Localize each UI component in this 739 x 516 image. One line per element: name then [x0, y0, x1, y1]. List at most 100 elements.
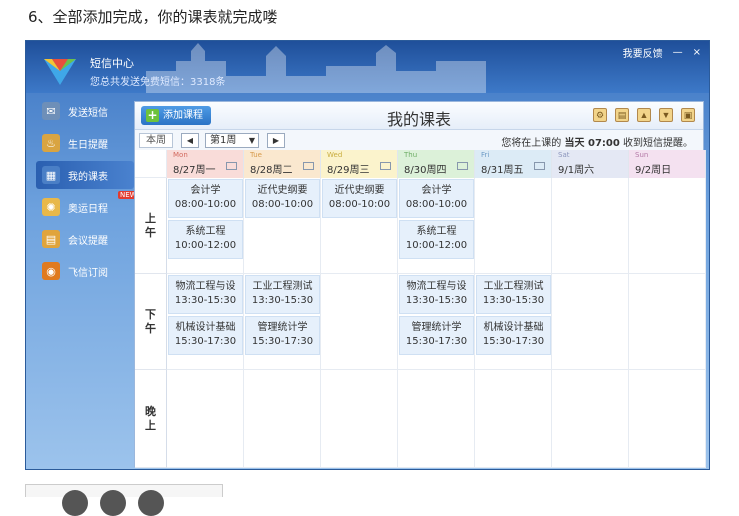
- day-abbrev: Sun: [635, 151, 649, 159]
- envelope-icon[interactable]: [457, 162, 468, 170]
- timetable-cell[interactable]: [629, 274, 706, 370]
- rss-icon: ◉: [42, 262, 60, 280]
- olympic-icon: ✺: [42, 198, 60, 216]
- timetable-cell[interactable]: [321, 274, 398, 370]
- period-text: 晚上: [145, 405, 156, 432]
- sidebar-item[interactable]: ✉ 发送短信: [36, 97, 134, 125]
- envelope-icon[interactable]: [226, 162, 237, 170]
- envelope-icon[interactable]: [380, 162, 391, 170]
- timetable-cell[interactable]: [321, 370, 398, 468]
- day-header: Thu 8/30周四: [398, 150, 475, 178]
- day-header: Mon 8/27周一: [167, 150, 244, 178]
- panel-toolbar: + 添加课程 我的课表 ⚙ ▤ ▲ ▼ ▣: [135, 102, 703, 130]
- day-date-label: 8/29周三: [327, 165, 370, 176]
- course-name: 会计学: [421, 185, 452, 196]
- course-block[interactable]: 近代史纲要 08:00-10:00: [322, 179, 397, 218]
- course-name: 机械设计基础: [483, 322, 544, 333]
- course-block[interactable]: 工业工程测试 13:30-15:30: [245, 275, 320, 314]
- reminder-prefix: 您将在上课的: [501, 138, 562, 149]
- this-week-button[interactable]: 本周: [139, 133, 173, 148]
- timetable-cell[interactable]: [167, 370, 244, 468]
- course-block[interactable]: 工业工程测试 13:30-15:30: [476, 275, 551, 314]
- day-date-label: 8/27周一: [173, 165, 216, 176]
- sidebar-item-label: 飞信订阅: [68, 267, 108, 279]
- day-abbrev: Fri: [481, 151, 490, 159]
- course-name: 工业工程测试: [252, 281, 313, 292]
- course-block[interactable]: 系统工程 10:00-12:00: [168, 220, 243, 259]
- week-select[interactable]: 第1周 ▼: [205, 133, 259, 148]
- day-header: Wed 8/29周三: [321, 150, 398, 178]
- course-block[interactable]: 物流工程与设 13:30-15:30: [399, 275, 474, 314]
- thumb-dot: [138, 490, 164, 516]
- course-name: 近代史纲要: [257, 185, 308, 196]
- sidebar-item-label: 会议提醒: [68, 235, 108, 247]
- period-label: 下午: [135, 274, 167, 370]
- course-time: 08:00-10:00: [251, 199, 314, 210]
- chevron-down-icon: ▼: [248, 136, 255, 145]
- sidebar-item[interactable]: ◉ 飞信订阅: [36, 257, 134, 285]
- course-name: 机械设计基础: [175, 322, 236, 333]
- sidebar-item-label: 我的课表: [68, 171, 108, 183]
- print-icon[interactable]: ▤: [615, 108, 629, 122]
- minimize-button[interactable]: —: [673, 47, 683, 58]
- timetable-cell[interactable]: [552, 178, 629, 274]
- sidebar-item-label: 生日提醒: [68, 139, 108, 151]
- course-time: 15:30-17:30: [251, 336, 314, 347]
- sidebar-item[interactable]: ▤ 会议提醒: [36, 225, 134, 253]
- course-time: 08:00-10:00: [328, 199, 391, 210]
- course-block[interactable]: 管理统计学 15:30-17:30: [399, 316, 474, 355]
- timetable-panel: + 添加课程 我的课表 ⚙ ▤ ▲ ▼ ▣ 本周 ◀ 第1周 ▼ ▶ 您将在上课…: [134, 101, 706, 468]
- day-abbrev: Sat: [558, 151, 570, 159]
- period-text: 上午: [145, 212, 156, 239]
- course-time: 08:00-10:00: [405, 199, 468, 210]
- envelope-icon[interactable]: [534, 162, 545, 170]
- upload-icon[interactable]: ▲: [637, 108, 651, 122]
- timetable-cell[interactable]: [552, 370, 629, 468]
- day-date-label: 8/31周五: [481, 165, 524, 176]
- calendar-icon: ▦: [42, 166, 60, 184]
- sidebar-item[interactable]: ✺ 奥运日程 NEW: [36, 191, 139, 221]
- feedback-link[interactable]: 我要反馈: [623, 45, 663, 60]
- download-icon[interactable]: ▼: [659, 108, 673, 122]
- corner-cell: [135, 150, 167, 178]
- timetable-cell[interactable]: [629, 178, 706, 274]
- day-header: Fri 8/31周五: [475, 150, 552, 178]
- prev-week-button[interactable]: ◀: [181, 133, 199, 148]
- cake-icon: ♨: [42, 134, 60, 152]
- course-time: 10:00-12:00: [174, 240, 237, 251]
- course-block[interactable]: 物流工程与设 13:30-15:30: [168, 275, 243, 314]
- sidebar: ✉ 发送短信 ♨ 生日提醒 ▦ 我的课表 ✺ 奥运日程 NEW ▤ 会议提醒 ◉ 飞信订阅: [26, 93, 139, 469]
- close-button[interactable]: ×: [693, 47, 701, 58]
- reminder-notice: 您将在上课的 当天 07:00 收到短信提醒。: [501, 134, 693, 149]
- course-name: 管理统计学: [257, 322, 308, 333]
- course-block[interactable]: 机械设计基础 15:30-17:30: [168, 316, 243, 355]
- next-week-button[interactable]: ▶: [267, 133, 285, 148]
- course-block[interactable]: 会计学 08:00-10:00: [399, 179, 474, 218]
- sms-icon: ✉: [42, 102, 60, 120]
- timetable-cell[interactable]: [475, 178, 552, 274]
- course-block[interactable]: 近代史纲要 08:00-10:00: [245, 179, 320, 218]
- course-time: 15:30-17:30: [174, 336, 237, 347]
- settings-icon[interactable]: ⚙: [593, 108, 607, 122]
- course-block[interactable]: 系统工程 10:00-12:00: [399, 220, 474, 259]
- window-title: 短信中心: [90, 57, 134, 70]
- course-name: 系统工程: [416, 226, 457, 237]
- thumb-dot: [62, 490, 88, 516]
- course-block[interactable]: 会计学 08:00-10:00: [168, 179, 243, 218]
- timetable-cell[interactable]: [475, 370, 552, 468]
- window-controls: 我要反馈 — ×: [623, 45, 701, 60]
- course-time: 13:30-15:30: [482, 295, 545, 306]
- sidebar-item[interactable]: ▦ 我的课表: [36, 161, 134, 189]
- sms-count-text: 您总共发送免费短信：3318条: [90, 77, 226, 88]
- sidebar-item[interactable]: ♨ 生日提醒: [36, 129, 134, 157]
- export-icon[interactable]: ▣: [681, 108, 695, 122]
- course-block[interactable]: 机械设计基础 15:30-17:30: [476, 316, 551, 355]
- timetable-cell[interactable]: [244, 370, 321, 468]
- course-name: 物流工程与设: [175, 281, 236, 292]
- timetable-cell[interactable]: [629, 370, 706, 468]
- timetable-cell[interactable]: [552, 274, 629, 370]
- day-header: Sun 9/2周日: [629, 150, 706, 178]
- timetable-cell[interactable]: [398, 370, 475, 468]
- envelope-icon[interactable]: [303, 162, 314, 170]
- course-block[interactable]: 管理统计学 15:30-17:30: [245, 316, 320, 355]
